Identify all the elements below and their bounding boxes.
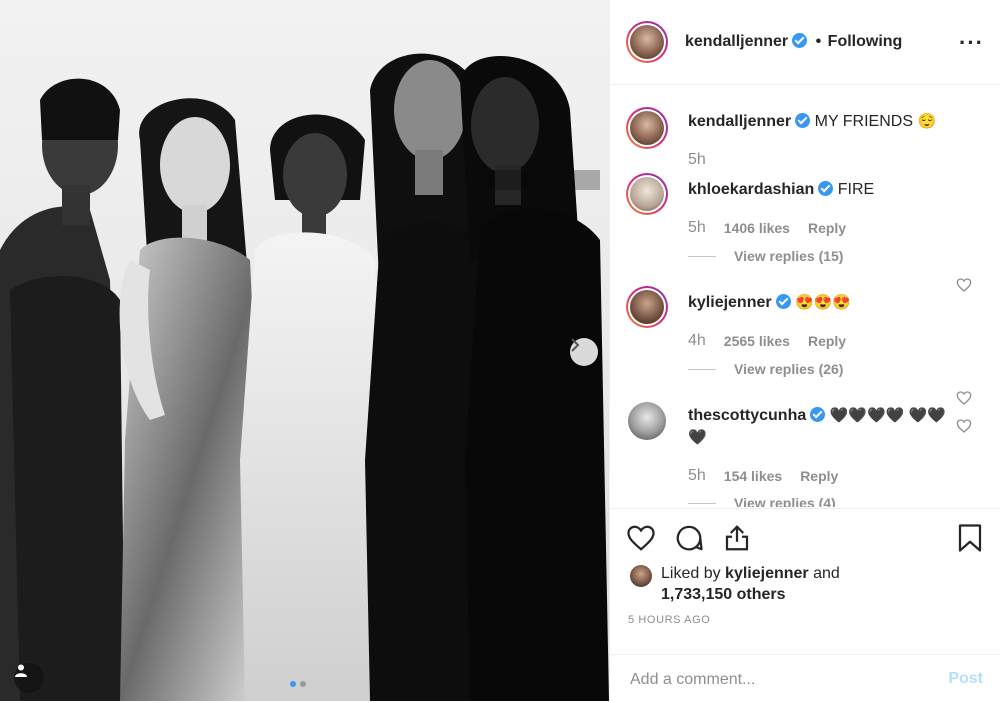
post-photo[interactable] — [0, 0, 609, 701]
post-header: kendalljenner • Following ··· — [610, 0, 1000, 85]
verified-icon — [792, 33, 808, 48]
verified-icon — [775, 294, 791, 309]
like-comment-heart-icon[interactable] — [956, 418, 972, 434]
more-options-button[interactable]: ··· — [959, 30, 984, 56]
comment-text: FIRE — [837, 181, 875, 198]
caption-username[interactable]: kendalljenner — [688, 113, 791, 130]
commenter-username[interactable]: thescottycunha — [688, 407, 806, 424]
comment-time[interactable]: 5h — [688, 467, 706, 485]
like-heart-icon[interactable] — [626, 523, 656, 553]
commenter-avatar[interactable] — [628, 402, 666, 440]
liked-by-and: and — [813, 565, 840, 582]
carousel-dot — [300, 681, 306, 687]
caption-text: MY FRIENDS — [814, 113, 913, 130]
verified-icon — [818, 181, 834, 196]
carousel-indicator — [290, 681, 306, 687]
comment-likes[interactable]: 2565 likes — [724, 333, 790, 349]
comment-time[interactable]: 5h — [688, 219, 706, 237]
next-slide-button[interactable] — [570, 338, 598, 366]
chevron-right-icon — [571, 338, 580, 352]
relieved-emoji: 😌 — [917, 113, 937, 130]
comments-list[interactable]: kendalljenner MY FRIENDS 😌 5h khloekarda… — [610, 85, 1000, 507]
liked-by-text: Liked by kyliejenner and 1,733,150 other… — [661, 563, 840, 605]
caption-avatar[interactable] — [626, 107, 668, 149]
commenter-username[interactable]: kyliejenner — [688, 294, 772, 311]
like-comment-heart-icon[interactable] — [956, 390, 972, 406]
liked-by-user[interactable]: kyliejenner — [725, 565, 809, 582]
post-actions: Liked by kyliejenner and 1,733,150 other… — [610, 508, 1000, 702]
post-timestamp[interactable]: 5 HOURS AGO — [628, 614, 710, 626]
like-comment-heart-icon[interactable] — [956, 277, 972, 293]
view-replies-button[interactable]: View replies (15) — [688, 248, 843, 264]
photo-image — [0, 53, 609, 701]
reply-button[interactable]: Reply — [808, 333, 846, 349]
follow-status-button[interactable]: Following — [828, 33, 903, 50]
author-username[interactable]: kendalljenner — [685, 33, 788, 50]
bookmark-icon[interactable] — [957, 523, 983, 553]
separator-dot: • — [815, 33, 822, 50]
verified-icon — [795, 113, 811, 128]
add-comment-section: Post — [610, 654, 1000, 703]
comment-likes[interactable]: 154 likes — [724, 468, 782, 484]
commenter-username[interactable]: khloekardashian — [688, 181, 814, 198]
liked-by-avatar[interactable] — [630, 565, 652, 587]
carousel-dot-active — [290, 681, 296, 687]
comment-text: 😍😍😍 — [795, 294, 852, 311]
view-replies-button[interactable]: View replies (4) — [688, 495, 836, 507]
post-comment-button[interactable]: Post — [948, 670, 983, 688]
likes-count[interactable]: 1,733,150 others — [661, 586, 786, 603]
tagged-users-button[interactable] — [14, 663, 44, 693]
commenter-avatar[interactable] — [626, 173, 668, 215]
comment-icon[interactable] — [674, 523, 704, 553]
reply-button[interactable]: Reply — [800, 468, 838, 484]
reply-button[interactable]: Reply — [808, 220, 846, 236]
post-side-panel: kendalljenner • Following ··· kendalljen… — [610, 0, 1000, 701]
more-horizontal-icon: ··· — [959, 30, 984, 55]
view-replies-button[interactable]: View replies (26) — [688, 361, 843, 377]
commenter-avatar[interactable] — [626, 286, 668, 328]
share-icon[interactable] — [722, 523, 752, 553]
verified-icon — [810, 407, 826, 422]
author-avatar[interactable] — [626, 21, 668, 63]
user-icon — [15, 664, 27, 677]
caption-time[interactable]: 5h — [688, 151, 706, 169]
comment-input[interactable] — [628, 667, 932, 693]
comment-time[interactable]: 4h — [688, 332, 706, 350]
comment-likes[interactable]: 1406 likes — [724, 220, 790, 236]
liked-by-prefix: Liked by — [661, 565, 721, 582]
